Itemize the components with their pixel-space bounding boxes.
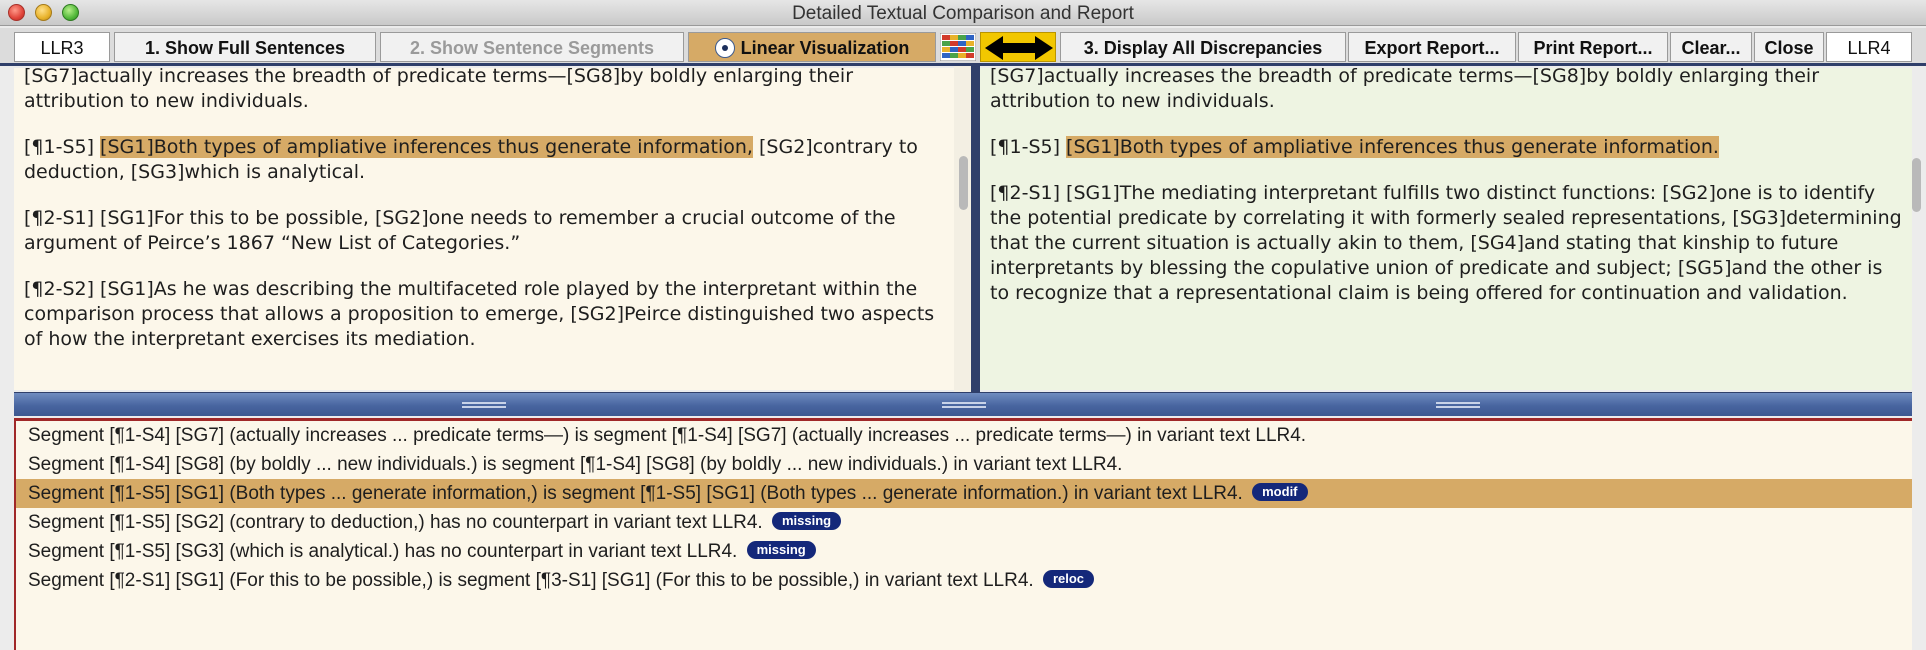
right-paragraph: [¶2-S1] [SG1]The mediating interpretant …	[990, 182, 1902, 304]
title-bar: Detailed Textual Comparison and Report	[0, 0, 1926, 26]
left-scroll-thumb[interactable]	[959, 156, 968, 210]
report-line[interactable]: Segment [¶1-S4] [SG8] (by boldly ... new…	[16, 450, 1912, 479]
grip-icon[interactable]	[462, 402, 506, 408]
radio-selected-icon[interactable]	[714, 38, 735, 58]
report-line-text: Segment [¶1-S4] [SG7] (actually increase…	[28, 425, 1307, 446]
linear-visualization-toggle[interactable]: Linear Visualization	[688, 32, 936, 62]
right-paragraph: [¶1-S5] [SG1]Both types of ampliative in…	[980, 135, 1912, 160]
horizontal-splitter[interactable]	[14, 392, 1912, 416]
toolbar: LLR3 1. Show Full Sentences 2. Show Sent…	[0, 28, 1926, 66]
left-text-pane[interactable]: [SG7]actually increases the breadth of p…	[14, 68, 954, 390]
report-line-selected[interactable]: Segment [¶1-S5] [SG1] (Both types ... ge…	[16, 479, 1912, 508]
report-line-text: Segment [¶1-S4] [SG8] (by boldly ... new…	[28, 454, 1123, 475]
show-sentence-segments-button[interactable]: 2. Show Sentence Segments	[380, 32, 684, 62]
report-line[interactable]: Segment [¶2-S1] [SG1] (For this to be po…	[16, 566, 1912, 595]
grip-icon[interactable]	[1436, 402, 1480, 408]
left-paragraph: [¶2-S2] [SG1]As he was describing the mu…	[24, 278, 935, 350]
report-line-text: Segment [¶2-S1] [SG1] (For this to be po…	[28, 570, 1034, 591]
print-report-button[interactable]: Print Report...	[1518, 32, 1668, 62]
swap-arrows-button[interactable]	[980, 32, 1056, 62]
modif-badge: modif	[1252, 483, 1308, 501]
display-all-discrepancies-button[interactable]: 3. Display All Discrepancies	[1060, 32, 1346, 62]
show-full-sentences-button[interactable]: 1. Show Full Sentences	[114, 32, 376, 62]
left-text-label: LLR3	[14, 32, 110, 62]
highlighted-segment[interactable]: [SG1]Both types of ampliative inferences…	[100, 136, 753, 158]
window-title: Detailed Textual Comparison and Report	[792, 3, 1134, 24]
paragraph-prefix: [¶1-S5]	[990, 136, 1067, 158]
left-paragraph: [SG7]actually increases the breadth of p…	[24, 68, 854, 112]
right-scroll-thumb[interactable]	[1912, 158, 1921, 212]
report-line[interactable]: Segment [¶1-S5] [SG2] (contrary to deduc…	[16, 508, 1912, 537]
close-button[interactable]: Close	[1754, 32, 1824, 62]
left-paragraph: [¶2-S1] [SG1]For this to be possible, [S…	[24, 207, 896, 254]
highlighted-segment[interactable]: [SG1]Both types of ampliative inferences…	[1066, 136, 1719, 158]
discrepancy-report[interactable]: Segment [¶1-S4] [SG7] (actually increase…	[14, 418, 1912, 650]
right-text-pane[interactable]: [SG7]actually increases the breadth of p…	[980, 68, 1912, 390]
report-line[interactable]: Segment [¶1-S5] [SG3] (which is analytic…	[16, 537, 1912, 566]
double-arrow-icon	[985, 36, 1053, 60]
report-line-text: Segment [¶1-S5] [SG3] (which is analytic…	[28, 541, 738, 562]
reloc-badge: reloc	[1042, 570, 1095, 588]
missing-badge: missing	[771, 512, 842, 530]
report-line-text: Segment [¶1-S5] [SG1] (Both types ... ge…	[28, 483, 1243, 504]
left-scrollbar[interactable]	[954, 66, 974, 392]
missing-badge: missing	[746, 541, 816, 559]
export-report-button[interactable]: Export Report...	[1348, 32, 1516, 62]
clear-button[interactable]: Clear...	[1670, 32, 1752, 62]
grip-icon[interactable]	[942, 402, 986, 408]
report-line[interactable]: Segment [¶1-S4] [SG7] (actually increase…	[16, 421, 1912, 450]
right-gutter	[1912, 66, 1926, 650]
linear-visualization-label: Linear Visualization	[740, 38, 910, 58]
left-paragraph: [¶1-S5] [SG1]Both types of ampliative in…	[14, 135, 954, 185]
color-grid-icon[interactable]	[940, 33, 976, 61]
right-paragraph: [SG7]actually increases the breadth of p…	[990, 68, 1820, 112]
report-line-text: Segment [¶1-S5] [SG2] (contrary to deduc…	[28, 512, 763, 533]
left-gutter	[0, 66, 14, 650]
paragraph-prefix: [¶1-S5]	[24, 136, 101, 158]
right-text-label: LLR4	[1826, 32, 1912, 62]
